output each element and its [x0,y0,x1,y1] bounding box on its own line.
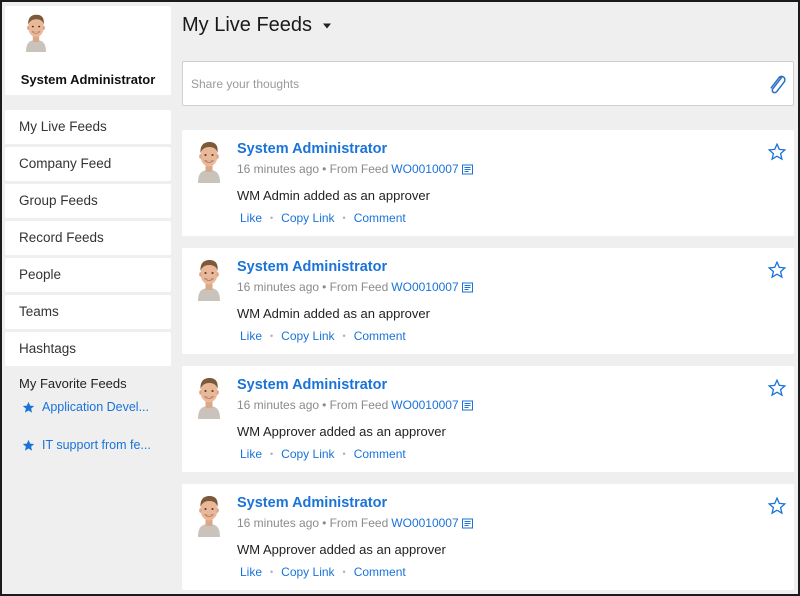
post-timestamp: 16 minutes ago [237,162,320,176]
post-body: WM Approver added as an approver [237,542,446,557]
post-author-link[interactable]: System Administrator [237,495,387,511]
avatar[interactable] [192,139,226,183]
avatar[interactable] [19,12,53,52]
sidebar-item-group-feeds[interactable]: Group Feeds [5,184,171,218]
comment-link[interactable]: Comment [354,447,406,461]
sidebar-item-my-live-feeds[interactable]: My Live Feeds [5,110,171,144]
record-details-icon[interactable] [461,400,473,411]
post-body: WM Admin added as an approver [237,188,430,203]
separator-dot: • [270,331,274,341]
sidebar-item-hashtags[interactable]: Hashtags [5,332,171,366]
like-link[interactable]: Like [240,211,262,225]
post-author-link[interactable]: System Administrator [237,377,387,393]
post-meta: 16 minutes ago • From Feed WO0010007 [237,162,473,176]
copy-link-link[interactable]: Copy Link [281,329,334,343]
avatar[interactable] [192,493,226,537]
sidebar: System Administrator My Live Feeds Compa… [2,2,172,594]
feed-post: System Administrator 16 minutes ago • Fr… [182,366,794,472]
record-link[interactable]: WO0010007 [391,398,458,412]
record-link[interactable]: WO0010007 [391,280,458,294]
favorites-list: Application Devel... IT support from fe.… [22,398,172,474]
star-filled-icon [22,439,35,451]
post-body: WM Admin added as an approver [237,306,430,321]
share-composer[interactable] [182,61,794,106]
favorite-feed-label[interactable]: Application Devel... [42,400,149,414]
post-actions: Like • Copy Link • Comment [240,565,406,579]
favorites-heading: My Favorite Feeds [19,376,127,391]
separator-dot: • [270,567,274,577]
avatar[interactable] [192,375,226,419]
post-actions: Like • Copy Link • Comment [240,447,406,461]
avatar[interactable] [192,257,226,301]
sidebar-item-company-feed[interactable]: Company Feed [5,147,171,181]
separator-dot: • [342,449,346,459]
separator-dot: • [270,213,274,223]
record-details-icon[interactable] [461,518,473,529]
post-source: • From Feed [322,162,389,176]
caret-down-icon[interactable] [322,23,332,29]
like-link[interactable]: Like [240,447,262,461]
post-author-link[interactable]: System Administrator [237,259,387,275]
feed-post: System Administrator 16 minutes ago • Fr… [182,130,794,236]
post-source: • From Feed [322,280,389,294]
sidebar-item-record-feeds[interactable]: Record Feeds [5,221,171,255]
sidebar-item-teams[interactable]: Teams [5,295,171,329]
post-author-link[interactable]: System Administrator [237,141,387,157]
page-title-text: My Live Feeds [182,14,313,36]
feed-post: System Administrator 16 minutes ago • Fr… [182,484,794,590]
star-outline-icon[interactable] [768,143,786,161]
copy-link-link[interactable]: Copy Link [281,565,334,579]
like-link[interactable]: Like [240,565,262,579]
separator-dot: • [342,567,346,577]
record-link[interactable]: WO0010007 [391,162,458,176]
comment-link[interactable]: Comment [354,211,406,225]
copy-link-link[interactable]: Copy Link [281,447,334,461]
post-source: • From Feed [322,398,389,412]
post-meta: 16 minutes ago • From Feed WO0010007 [237,280,473,294]
post-timestamp: 16 minutes ago [237,398,320,412]
record-details-icon[interactable] [461,164,473,175]
favorite-feed-item[interactable]: IT support from fe... [22,436,172,454]
post-timestamp: 16 minutes ago [237,516,320,530]
comment-link[interactable]: Comment [354,329,406,343]
profile-name[interactable]: System Administrator [5,72,171,87]
share-thoughts-input[interactable] [191,74,751,94]
app-frame: System Administrator My Live Feeds Compa… [2,2,798,594]
post-meta: 16 minutes ago • From Feed WO0010007 [237,516,473,530]
favorite-feed-label[interactable]: IT support from fe... [42,438,151,452]
post-actions: Like • Copy Link • Comment [240,211,406,225]
post-actions: Like • Copy Link • Comment [240,329,406,343]
page-title[interactable]: My Live Feeds [182,14,332,37]
comment-link[interactable]: Comment [354,565,406,579]
copy-link-link[interactable]: Copy Link [281,211,334,225]
favorite-feed-item[interactable]: Application Devel... [22,398,172,416]
record-details-icon[interactable] [461,282,473,293]
profile-card[interactable]: System Administrator [5,6,171,95]
separator-dot: • [342,213,346,223]
star-outline-icon[interactable] [768,379,786,397]
post-timestamp: 16 minutes ago [237,280,320,294]
post-meta: 16 minutes ago • From Feed WO0010007 [237,398,473,412]
sidebar-nav: My Live Feeds Company Feed Group Feeds R… [5,110,171,369]
post-body: WM Approver added as an approver [237,424,446,439]
star-filled-icon [22,401,35,413]
record-link[interactable]: WO0010007 [391,516,458,530]
feed-post: System Administrator 16 minutes ago • Fr… [182,248,794,354]
like-link[interactable]: Like [240,329,262,343]
star-outline-icon[interactable] [768,261,786,279]
separator-dot: • [342,331,346,341]
star-outline-icon[interactable] [768,497,786,515]
paperclip-icon[interactable] [767,73,787,95]
post-source: • From Feed [322,516,389,530]
separator-dot: • [270,449,274,459]
feed-list: System Administrator 16 minutes ago • Fr… [182,130,798,594]
sidebar-item-people[interactable]: People [5,258,171,292]
